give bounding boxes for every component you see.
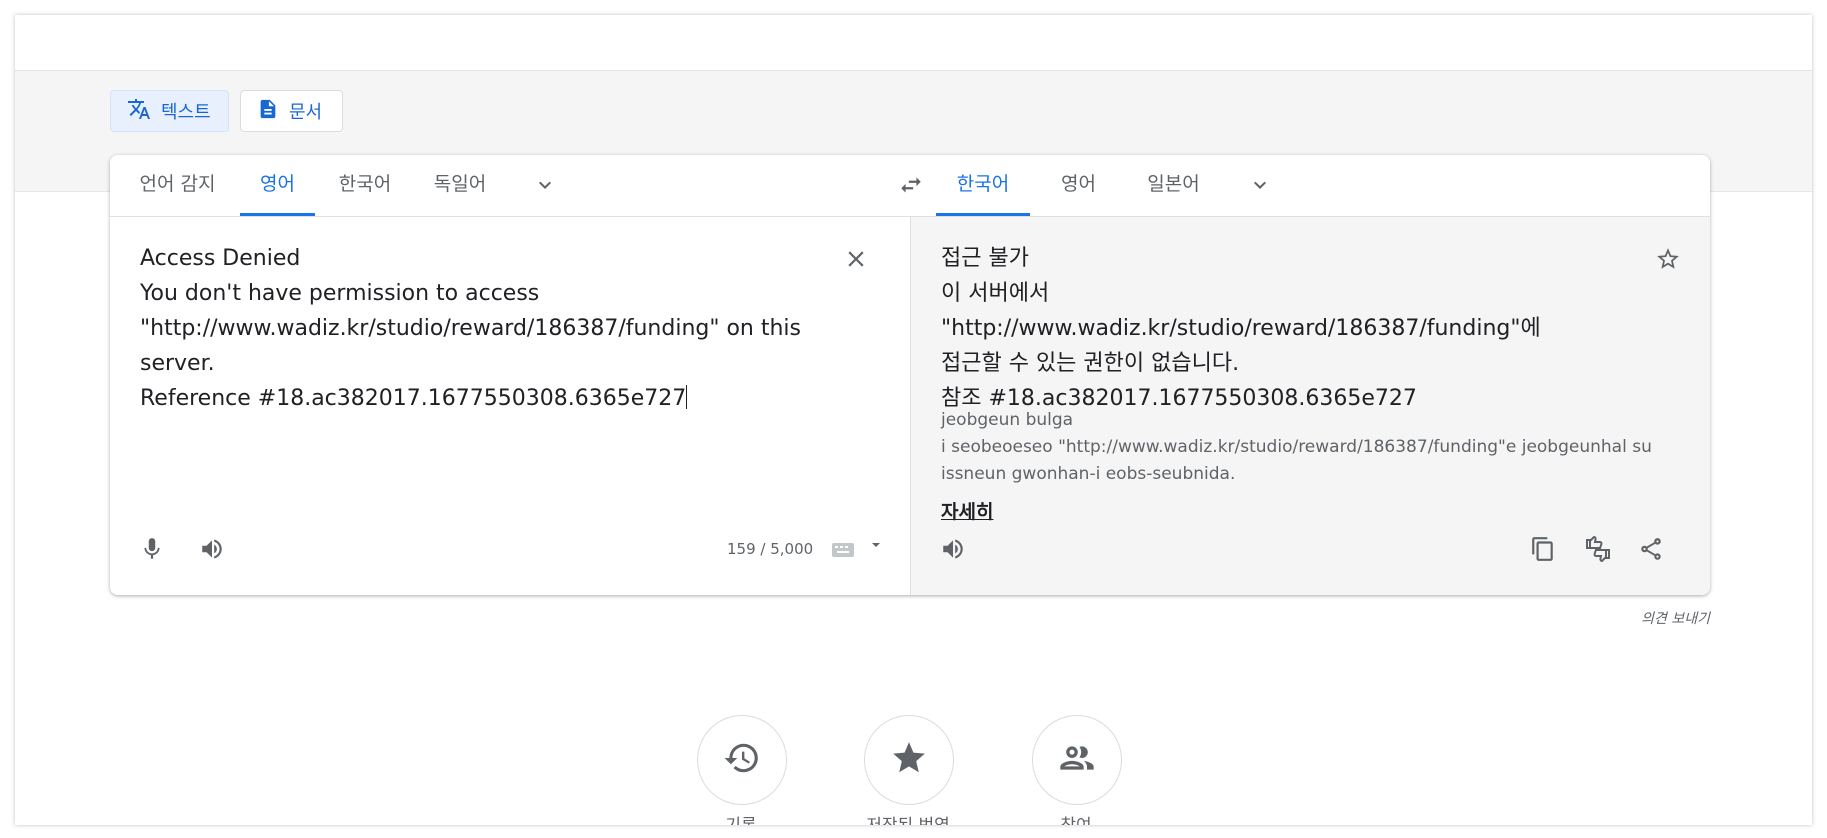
character-count: 159 / 5,000 xyxy=(727,540,814,558)
romanization-text: jeobgeun bulga i seobeoeseo "http://www.… xyxy=(941,410,1652,484)
translated-text: 접근 불가 이 서버에서 "http://www.wadiz.kr/studio… xyxy=(941,246,1541,411)
source-more-languages-chevron-icon[interactable] xyxy=(527,167,563,203)
text-mode-button[interactable]: 텍스트 xyxy=(110,90,229,132)
text-caret xyxy=(686,385,688,409)
keyboard-icon[interactable] xyxy=(828,535,858,565)
star-icon xyxy=(890,739,928,781)
document-mode-label: 문서 xyxy=(289,102,323,123)
target-more-languages-chevron-icon[interactable] xyxy=(1242,167,1278,203)
clear-source-close-icon[interactable] xyxy=(836,239,876,279)
target-pane: 접근 불가 이 서버에서 "http://www.wadiz.kr/studio… xyxy=(911,217,1710,595)
tab-source-korean[interactable]: 한국어 xyxy=(326,155,404,216)
top-bar xyxy=(15,15,1812,71)
saved-translations-label: 저장된 번역 xyxy=(838,811,978,825)
target-listen-speaker-icon[interactable] xyxy=(931,527,975,571)
share-icon[interactable] xyxy=(1629,527,1673,571)
tab-source-english[interactable]: 영어 xyxy=(240,155,315,216)
microphone-icon[interactable] xyxy=(130,527,174,571)
community-button[interactable] xyxy=(1032,715,1122,805)
keyboard-dropdown-caret-icon[interactable] xyxy=(866,535,886,555)
source-text-input[interactable]: Access Denied You don't have permission … xyxy=(140,241,840,416)
tab-target-korean[interactable]: 한국어 xyxy=(936,155,1030,216)
document-icon xyxy=(257,98,289,125)
text-mode-label: 텍스트 xyxy=(161,102,211,123)
app-window: 텍스트 문서 언어 감지 영어 한국어 독일어 한국어 영어 일본어 Acces… xyxy=(15,15,1812,825)
tab-source-german[interactable]: 독일어 xyxy=(415,155,505,216)
source-text: Access Denied You don't have permission … xyxy=(140,246,802,411)
document-mode-button[interactable]: 문서 xyxy=(240,90,343,132)
swap-languages-icon[interactable] xyxy=(893,167,929,203)
tab-detect-language[interactable]: 언어 감지 xyxy=(125,155,230,216)
history-label: 기록 xyxy=(671,811,811,825)
community-label: 참여 xyxy=(1006,811,1146,825)
community-icon xyxy=(1057,738,1097,782)
source-listen-speaker-icon[interactable] xyxy=(190,527,234,571)
language-bar: 언어 감지 영어 한국어 독일어 한국어 영어 일본어 xyxy=(110,155,1710,217)
tab-target-english[interactable]: 영어 xyxy=(1041,155,1116,216)
tab-target-japanese[interactable]: 일본어 xyxy=(1126,155,1221,216)
send-feedback-link[interactable]: 의견 보내기 xyxy=(1630,608,1710,628)
save-translation-star-icon[interactable] xyxy=(1646,237,1690,281)
translation-card: 언어 감지 영어 한국어 독일어 한국어 영어 일본어 Access Denie… xyxy=(110,155,1710,595)
more-details-link[interactable]: 자세히 xyxy=(941,497,993,524)
copy-translation-icon[interactable] xyxy=(1521,527,1565,571)
history-icon xyxy=(723,739,761,781)
history-button[interactable] xyxy=(697,715,787,805)
saved-translations-button[interactable] xyxy=(864,715,954,805)
translate-icon xyxy=(127,97,161,126)
source-pane[interactable]: Access Denied You don't have permission … xyxy=(110,217,911,595)
rate-translation-thumbs-icon[interactable] xyxy=(1576,527,1620,571)
